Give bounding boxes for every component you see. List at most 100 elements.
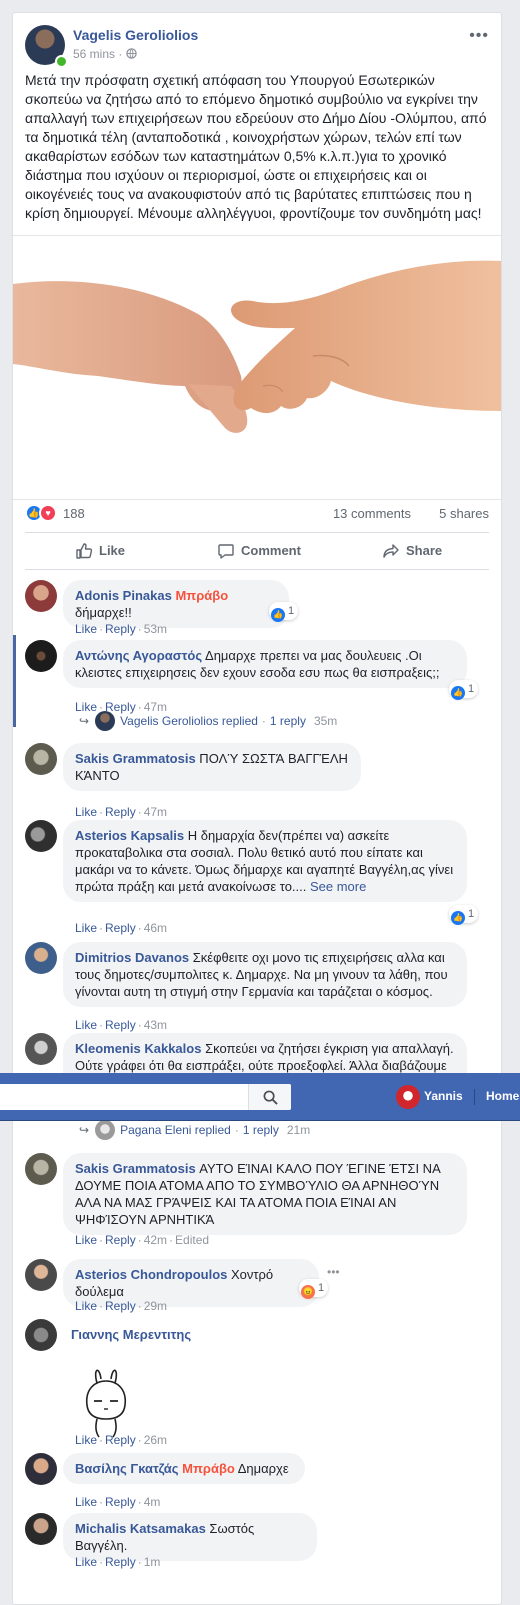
share-button[interactable]: Share <box>382 533 442 569</box>
post-stats: 👍 ♥ 188 13 comments 5 shares <box>25 499 489 529</box>
comment-time[interactable]: 26m <box>144 1433 167 1447</box>
commenter-avatar[interactable] <box>25 1319 57 1351</box>
comment-actions: Like · Reply · 43m <box>75 1018 168 1032</box>
comment-time[interactable]: 53m <box>144 622 167 636</box>
like-reaction-icon: 👍 <box>271 608 285 622</box>
shares-count[interactable]: 5 shares <box>439 506 489 521</box>
comment-actions: Like · Reply · 46m <box>75 921 168 935</box>
commenter-avatar[interactable] <box>25 1259 57 1291</box>
comment-button[interactable]: Comment <box>217 533 301 569</box>
comment-reply-link[interactable]: Reply <box>105 1299 136 1313</box>
profile-link[interactable]: Yannis <box>424 1089 463 1103</box>
sticker-bunny-image[interactable] <box>77 1365 137 1443</box>
commenter-name[interactable]: Γιαννης Μερεντιτης <box>71 1327 191 1342</box>
commenter-avatar[interactable] <box>25 1153 57 1185</box>
comment-bubble: Asterios Kapsalis Η δημαρχία δεν(πρέπει … <box>63 820 467 902</box>
comments-count[interactable]: 13 comments <box>333 506 411 521</box>
post-time[interactable]: 56 mins <box>73 47 115 61</box>
reply-arrow-icon: ↪ <box>79 714 90 728</box>
commenter-name[interactable]: Asterios Kapsalis <box>75 828 184 843</box>
globe-icon[interactable] <box>125 47 137 61</box>
comment-reactions[interactable]: 😠 1 <box>299 1279 329 1299</box>
comment-bubble: Dimitrios Davanos Σκέφθειτε οχι μονο τις… <box>63 942 467 1007</box>
commenter-avatar[interactable] <box>25 1453 57 1485</box>
replies-summary[interactable]: ↪ Vagelis Geroliolios replied · 1 reply 35m <box>79 711 337 731</box>
comment-like-link[interactable]: Like <box>75 1018 97 1032</box>
reply-author[interactable]: Pagana Eleni <box>120 1123 191 1137</box>
comment-like-link[interactable]: Like <box>75 1233 97 1247</box>
comment-actions: Like · Reply · 1m <box>75 1555 161 1569</box>
comment-options-icon[interactable]: ••• <box>327 1265 340 1279</box>
author-avatar[interactable] <box>25 25 68 68</box>
comment-reply-link[interactable]: Reply <box>105 805 136 819</box>
commenter-name[interactable]: Michalis Katsamakas <box>75 1521 206 1536</box>
commenter-name[interactable]: Asterios Chondropoulos <box>75 1267 227 1282</box>
home-link[interactable]: Home <box>486 1089 519 1103</box>
reply-count[interactable]: 1 reply <box>243 1123 279 1137</box>
facebook-navbar: Yannis Home <box>0 1073 520 1121</box>
reply-avatar <box>95 711 116 731</box>
comment-time[interactable]: 29m <box>144 1299 167 1313</box>
comment-like-link[interactable]: Like <box>75 1555 97 1569</box>
commenter-name[interactable]: Kleomenis Kakkalos <box>75 1041 201 1056</box>
like-reaction-icon: 👍 <box>451 911 465 925</box>
comment-like-link[interactable]: Like <box>75 805 97 819</box>
post-image-hands[interactable] <box>13 235 501 500</box>
angry-reaction-icon: 😠 <box>301 1285 315 1299</box>
commenter-name[interactable]: Αντώνης Αγοραστός <box>75 648 202 663</box>
reply-time: 35m <box>313 714 338 728</box>
post-header: Vagelis Geroliolios 56 mins · ••• <box>25 25 489 68</box>
comment-reply-link[interactable]: Reply <box>105 921 136 935</box>
commenter-name[interactable]: Βασίλης Γκατζάς <box>75 1461 179 1476</box>
post-author[interactable]: Vagelis Geroliolios <box>73 27 198 43</box>
replies-summary[interactable]: ↪ Pagana Eleni replied · 1 reply 21m <box>79 1120 310 1140</box>
comment-like-link[interactable]: Like <box>75 921 97 935</box>
comment-reply-link[interactable]: Reply <box>105 622 136 636</box>
comment-time[interactable]: 4m <box>144 1495 161 1509</box>
reply-count[interactable]: 1 reply <box>270 714 306 728</box>
comment-bubble: Sakis Grammatosis ΑΥΤΟ ΕΊΝΑΙ ΚΑΛΟ ΠΟΥ ΈΓ… <box>63 1153 467 1235</box>
commenter-avatar[interactable] <box>25 820 57 852</box>
comment-reply-link[interactable]: Reply <box>105 1018 136 1032</box>
comment-time[interactable]: 46m <box>144 921 167 935</box>
comment-like-link[interactable]: Like <box>75 1495 97 1509</box>
comment-bubble: Αντώνης Αγοραστός Δημαρχε πρεπει να μας … <box>63 640 467 688</box>
bravo-sticker-text: Μπράβο <box>182 1461 235 1476</box>
profile-avatar[interactable] <box>396 1085 420 1109</box>
comment-reactions[interactable]: 👍 1 <box>449 905 479 925</box>
reply-author[interactable]: Vagelis Geroliolios <box>120 714 219 728</box>
commenter-name[interactable]: Sakis Grammatosis <box>75 1161 196 1176</box>
commenter-avatar[interactable] <box>25 580 57 612</box>
commenter-name[interactable]: Dimitrios Davanos <box>75 950 189 965</box>
like-button[interactable]: Like <box>75 533 125 569</box>
comment-text: Δημαρχε <box>234 1461 289 1476</box>
commenter-name[interactable]: Adonis Pinakas <box>75 588 172 603</box>
see-more-link[interactable]: See more <box>310 879 366 894</box>
post-actions: Like Comment Share <box>25 532 489 570</box>
bravo-sticker-text: Μπράβο <box>175 588 229 603</box>
search-button[interactable] <box>248 1084 291 1110</box>
comment-time[interactable]: 42m <box>144 1233 167 1247</box>
commenter-avatar[interactable] <box>25 1513 57 1545</box>
comment-reactions[interactable]: 👍 1 <box>269 602 299 622</box>
comment-actions: Like · Reply · 42m · Edited <box>75 1233 210 1247</box>
love-reaction-icon[interactable]: ♥ <box>39 504 57 522</box>
reactions-count[interactable]: 188 <box>63 506 85 521</box>
comment-time[interactable]: 1m <box>144 1555 161 1569</box>
commenter-avatar[interactable] <box>25 640 57 672</box>
post-options-icon[interactable]: ••• <box>469 27 489 45</box>
comment-time[interactable]: 43m <box>144 1018 167 1032</box>
comment-reply-link[interactable]: Reply <box>105 1495 136 1509</box>
comment-reply-link[interactable]: Reply <box>105 1555 136 1569</box>
comment-like-link[interactable]: Like <box>75 622 97 636</box>
reply-time: 21m <box>286 1123 311 1137</box>
commenter-avatar[interactable] <box>25 743 57 775</box>
comment-reply-link[interactable]: Reply <box>105 1233 136 1247</box>
comment-like-link[interactable]: Like <box>75 1299 97 1313</box>
commenter-name[interactable]: Sakis Grammatosis <box>75 751 196 766</box>
comment-reactions[interactable]: 👍 1 <box>449 680 479 700</box>
commenter-avatar[interactable] <box>25 942 57 974</box>
commenter-avatar[interactable] <box>25 1033 57 1065</box>
meta-separator: · <box>118 47 123 61</box>
comment-time[interactable]: 47m <box>144 805 167 819</box>
